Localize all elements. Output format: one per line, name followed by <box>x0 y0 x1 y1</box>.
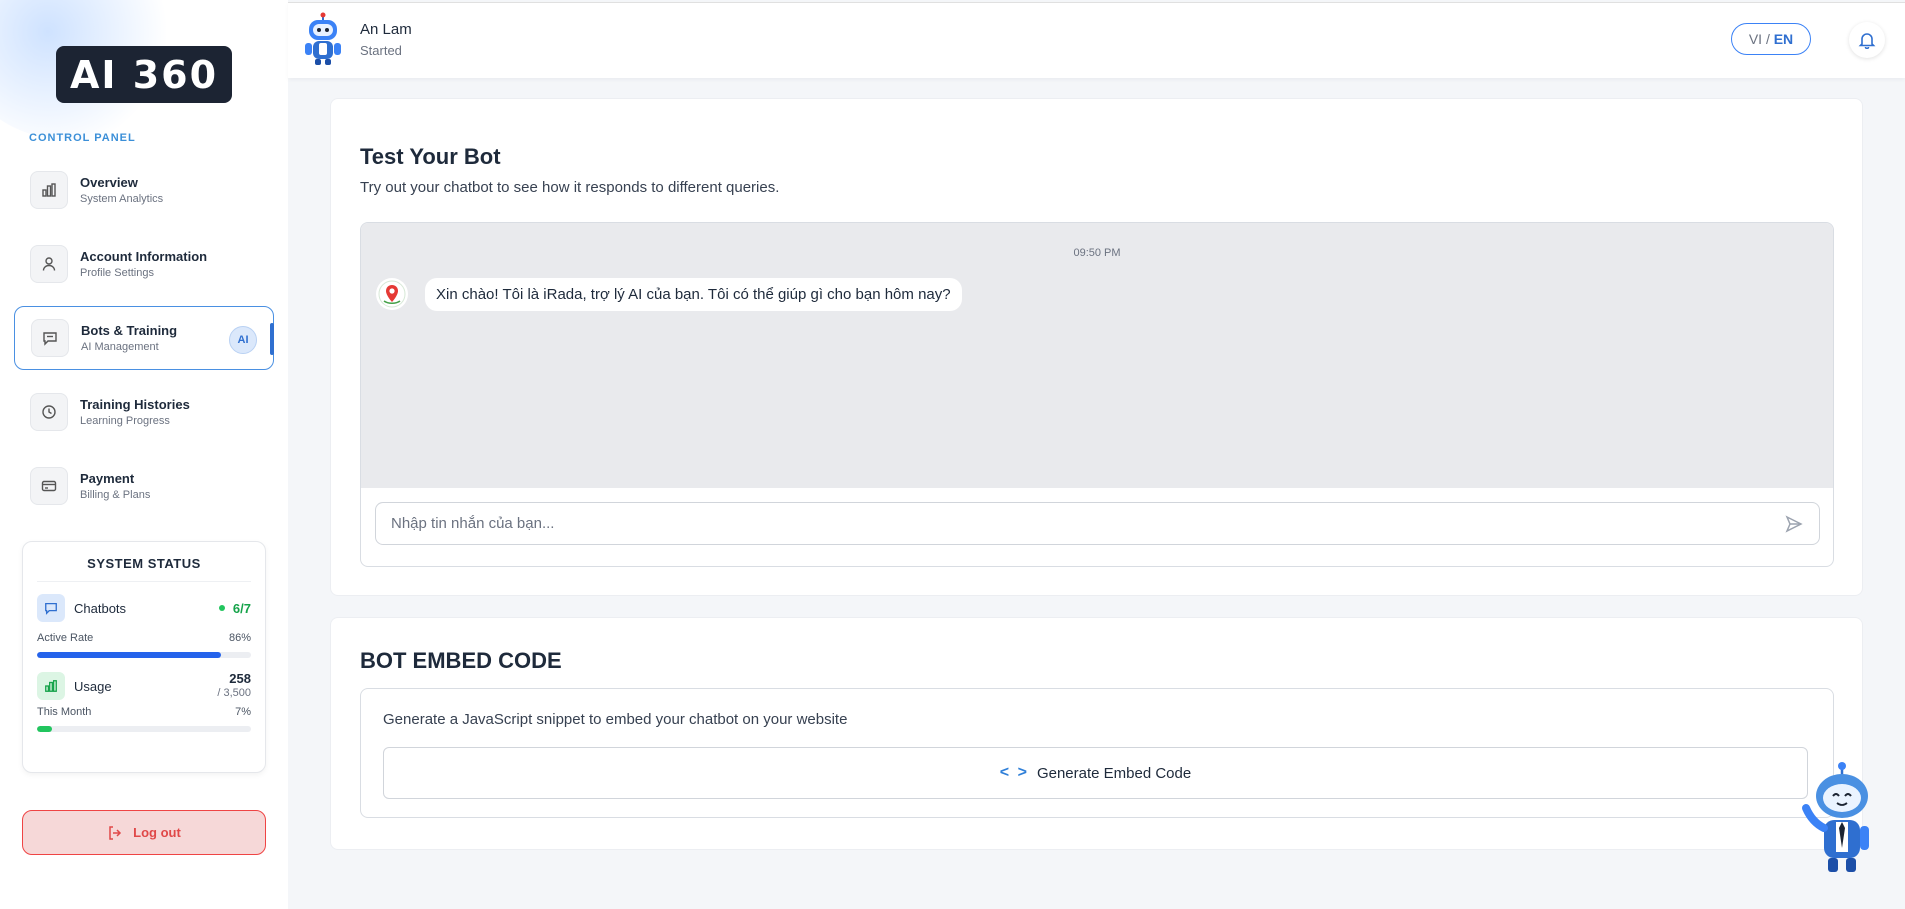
sidebar-item-bots-training[interactable]: Bots & Training AI Management AI <box>14 306 274 370</box>
embed-description: Generate a JavaScript snippet to embed y… <box>383 711 848 728</box>
system-status-title: SYSTEM STATUS <box>37 556 251 582</box>
usage-count: 258 <box>229 671 251 687</box>
robot-mascot-icon <box>1802 762 1869 872</box>
generate-embed-code-label: Generate Embed Code <box>1036 764 1192 782</box>
chatbots-row: Chatbots 6/7 <box>37 594 251 622</box>
top-header: An Lam Started VI / EN <box>288 2 1905 78</box>
usage-row: Usage 258 / 3,500 <box>37 671 251 700</box>
usage-limit: / 3,500 <box>217 687 251 700</box>
brand-logo[interactable]: AI 360 <box>56 46 232 103</box>
sidebar-item-subtitle: System Analytics <box>80 193 164 205</box>
control-panel-label: CONTROL PANEL <box>29 132 136 144</box>
usage-label: Usage <box>74 678 112 694</box>
chat-icon <box>31 319 69 357</box>
sidebar-item-title: Bots & Training <box>81 323 178 338</box>
bar-chart-icon <box>30 171 68 209</box>
chatbots-value: 6/7 <box>218 600 251 616</box>
sidebar-item-subtitle: Profile Settings <box>80 267 154 279</box>
code-icon: < > <box>999 764 1029 781</box>
lang-separator: / <box>1765 31 1770 47</box>
sidebar: AI 360 CONTROL PANEL Overview System Anal… <box>0 0 288 909</box>
usage-bar <box>37 726 251 732</box>
chatbots-label: Chatbots <box>74 600 127 616</box>
generate-embed-code-button[interactable]: < > Generate Embed Code <box>383 747 1808 799</box>
system-status-card: SYSTEM STATUS Chatbots 6/7 Active Rate 86… <box>22 541 266 773</box>
bar-chart-icon <box>37 672 65 700</box>
logo-text: AI 360 <box>69 52 219 97</box>
usage-value: 258 / 3,500 <box>217 671 251 700</box>
bot-message-bubble: Xin chào! Tôi là iRada, trợ lý AI của bạ… <box>425 278 962 311</box>
test-bot-description: Try out your chatbot to see how it respo… <box>360 179 780 196</box>
chat-window: 09:50 PM Xin chào! Tôi là iRada, trợ lý … <box>360 222 1834 567</box>
active-indicator <box>270 323 274 355</box>
sidebar-item-title: Payment <box>80 471 135 486</box>
sidebar-item-overview[interactable]: Overview System Analytics <box>14 158 274 222</box>
sidebar-item-title: Account Information <box>80 249 208 264</box>
robot-avatar-icon <box>305 12 341 65</box>
notification-button[interactable] <box>1849 22 1885 58</box>
this-month-row: This Month 7% <box>37 706 251 718</box>
user-icon <box>30 245 68 283</box>
sidebar-item-subtitle: AI Management <box>81 341 159 353</box>
test-bot-card: Test Your Bot Try out your chatbot to se… <box>330 98 1863 596</box>
chat-messages[interactable]: 09:50 PM Xin chào! Tôi là iRada, trợ lý … <box>361 223 1833 488</box>
active-rate-row: Active Rate 86% <box>37 632 251 644</box>
sidebar-item-account[interactable]: Account Information Profile Settings <box>14 232 274 296</box>
message-timestamp: 09:50 PM <box>1073 247 1121 259</box>
sidebar-item-subtitle: Billing & Plans <box>80 489 151 501</box>
active-rate-label: Active Rate <box>37 632 94 644</box>
location-pin-icon <box>378 280 406 308</box>
sidebar-item-title: Training Histories <box>80 397 190 412</box>
embed-box: Generate a JavaScript snippet to embed y… <box>360 688 1834 818</box>
chat-assistant-mascot[interactable] <box>1800 760 1880 880</box>
logout-icon <box>109 825 122 840</box>
usage-bar-fill <box>37 726 52 732</box>
credit-card-icon <box>30 467 68 505</box>
active-rate-bar <box>37 652 251 658</box>
language-toggle[interactable]: VI / EN <box>1731 23 1811 55</box>
chatbots-count: 6/7 <box>232 600 251 616</box>
send-button[interactable] <box>1783 513 1805 535</box>
clock-icon <box>30 393 68 431</box>
avatar[interactable] <box>295 11 351 67</box>
send-icon <box>1785 515 1803 533</box>
embed-title: BOT EMBED CODE <box>360 648 562 673</box>
chat-icon <box>37 594 65 622</box>
bell-icon <box>1858 33 1876 49</box>
sidebar-item-title: Overview <box>80 175 138 190</box>
sidebar-item-payment[interactable]: Payment Billing & Plans <box>14 454 274 518</box>
this-month-label: This Month <box>37 706 92 718</box>
user-status: Started <box>360 43 402 58</box>
this-month-value: 7% <box>235 706 251 718</box>
active-rate-bar-fill <box>37 652 222 658</box>
message-input[interactable]: Nhập tin nhắn của bạn... <box>375 502 1820 545</box>
lang-vi[interactable]: VI <box>1749 31 1762 47</box>
test-bot-title: Test Your Bot <box>360 144 501 169</box>
ai-badge: AI <box>229 326 257 354</box>
active-rate-value: 86% <box>228 632 251 644</box>
bot-avatar <box>376 278 408 310</box>
lang-en[interactable]: EN <box>1774 31 1793 47</box>
sidebar-item-training-histories[interactable]: Training Histories Learning Progress <box>14 380 274 444</box>
logout-button[interactable]: Log out <box>22 810 266 855</box>
embed-code-card: BOT EMBED CODE Generate a JavaScript sni… <box>330 617 1863 850</box>
sidebar-item-subtitle: Learning Progress <box>80 415 170 427</box>
user-name: An Lam <box>360 21 412 38</box>
logout-label: Log out <box>133 825 181 840</box>
message-input-placeholder: Nhập tin nhắn của bạn... <box>391 515 555 532</box>
status-dot <box>218 605 225 611</box>
